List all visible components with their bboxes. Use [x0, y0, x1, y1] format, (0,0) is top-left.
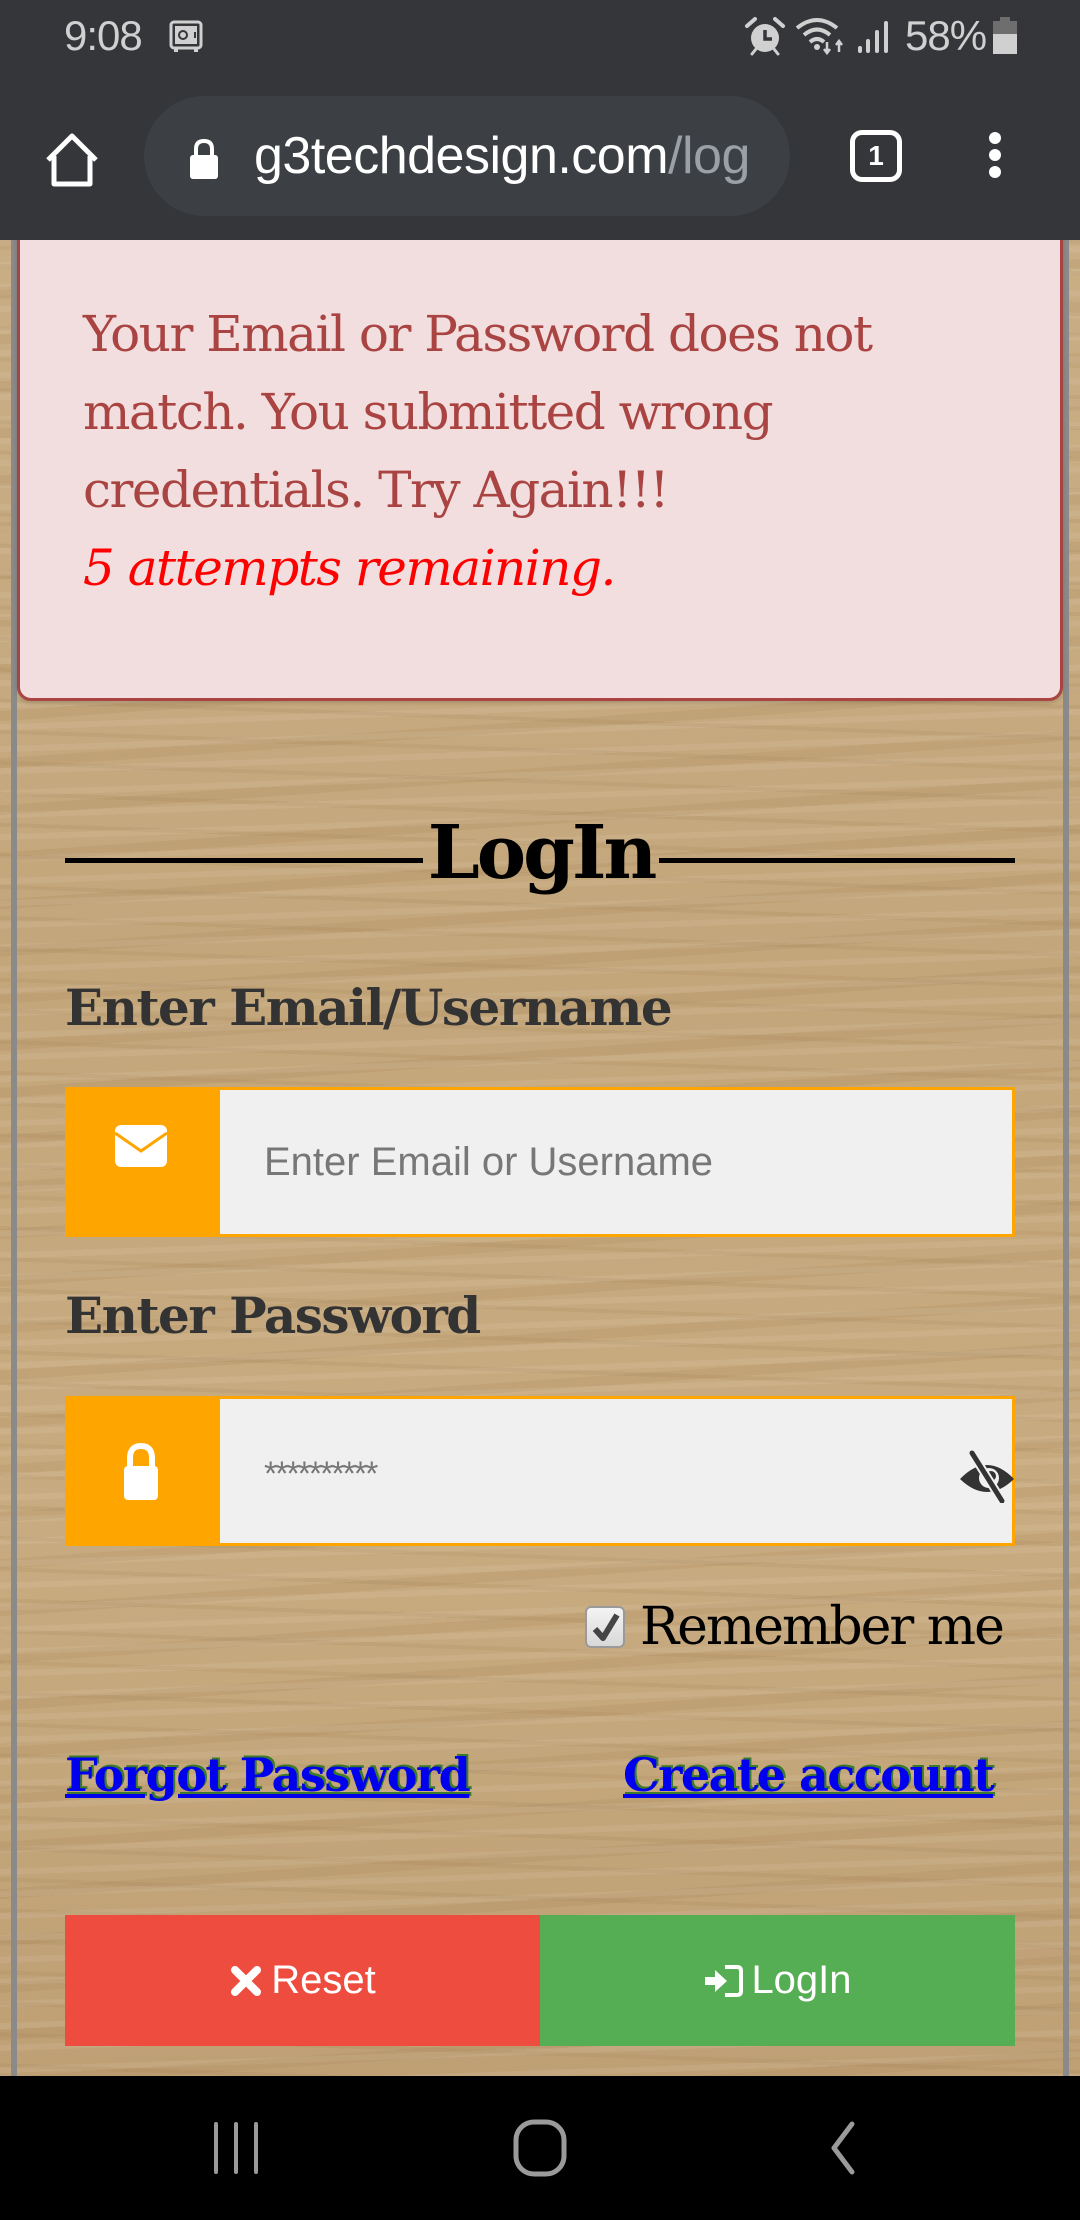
remember-me[interactable]: Remember me	[585, 1597, 1005, 1657]
email-addon	[65, 1087, 220, 1237]
back-icon[interactable]	[822, 2118, 866, 2178]
url-host: g3techdesign.com	[254, 127, 669, 185]
password-input[interactable]	[220, 1399, 1012, 1543]
forgot-password-link[interactable]: Forgot Password	[65, 1748, 471, 1802]
url-path: /log	[668, 127, 750, 185]
sign-in-icon	[705, 1964, 744, 1997]
safe-icon	[169, 20, 203, 52]
home-icon[interactable]	[40, 128, 104, 192]
reset-button[interactable]: Reset	[65, 1915, 540, 2046]
heading-divider-right	[659, 858, 1015, 863]
remember-label: Remember me	[640, 1597, 1005, 1657]
tab-count: 1	[868, 140, 884, 171]
envelope-icon	[114, 1125, 168, 1167]
close-icon	[231, 1965, 262, 1996]
recent-apps-icon[interactable]	[210, 2120, 262, 2176]
email-input-group	[65, 1087, 1015, 1237]
eye-slash-icon[interactable]	[956, 1449, 1018, 1503]
checkmark-icon	[592, 1613, 620, 1641]
login-label: LogIn	[751, 1958, 852, 2002]
page-title: LogIn	[427, 810, 658, 896]
alert-message: Your Email or Password does not match. Y…	[83, 305, 873, 519]
battery-percent: 58%	[905, 12, 987, 59]
password-addon	[65, 1396, 220, 1546]
browser-toolbar: g3techdesign.com/log 1	[0, 76, 1080, 240]
password-input-group	[65, 1396, 1015, 1546]
lock-icon	[190, 138, 218, 179]
attempts-remaining: 5 attempts remaining.	[83, 539, 616, 597]
reset-label: Reset	[271, 1958, 376, 2002]
password-label: Enter Password	[65, 1286, 481, 1345]
status-time: 9:08	[64, 12, 143, 59]
lock-icon	[124, 1442, 158, 1500]
alert-text: Your Email or Password does not match. Y…	[83, 295, 1023, 607]
status-bar: 9:08 58%	[0, 0, 1080, 76]
system-nav-bar	[0, 2076, 1080, 2220]
wifi-icon	[795, 18, 843, 56]
address-bar[interactable]: g3techdesign.com/log	[144, 96, 790, 216]
tab-switcher-button[interactable]: 1	[850, 130, 902, 182]
heading-divider-left	[65, 858, 423, 863]
email-input[interactable]	[220, 1090, 1012, 1234]
url-text: g3techdesign.com/log	[254, 126, 774, 186]
login-button[interactable]: LogIn	[540, 1915, 1015, 2046]
create-account-link[interactable]: Create account	[623, 1748, 995, 1802]
alarm-icon	[745, 17, 785, 56]
battery-icon	[993, 17, 1017, 54]
remember-checkbox[interactable]	[585, 1606, 625, 1648]
email-label: Enter Email/Username	[65, 978, 673, 1037]
signal-icon	[858, 21, 888, 53]
login-heading: LogIn	[65, 810, 1015, 910]
more-vert-icon[interactable]	[980, 132, 1010, 182]
login-page: Your Email or Password does not match. Y…	[0, 240, 1080, 2076]
error-alert: Your Email or Password does not match. Y…	[17, 240, 1063, 701]
home-icon[interactable]	[512, 2118, 568, 2178]
